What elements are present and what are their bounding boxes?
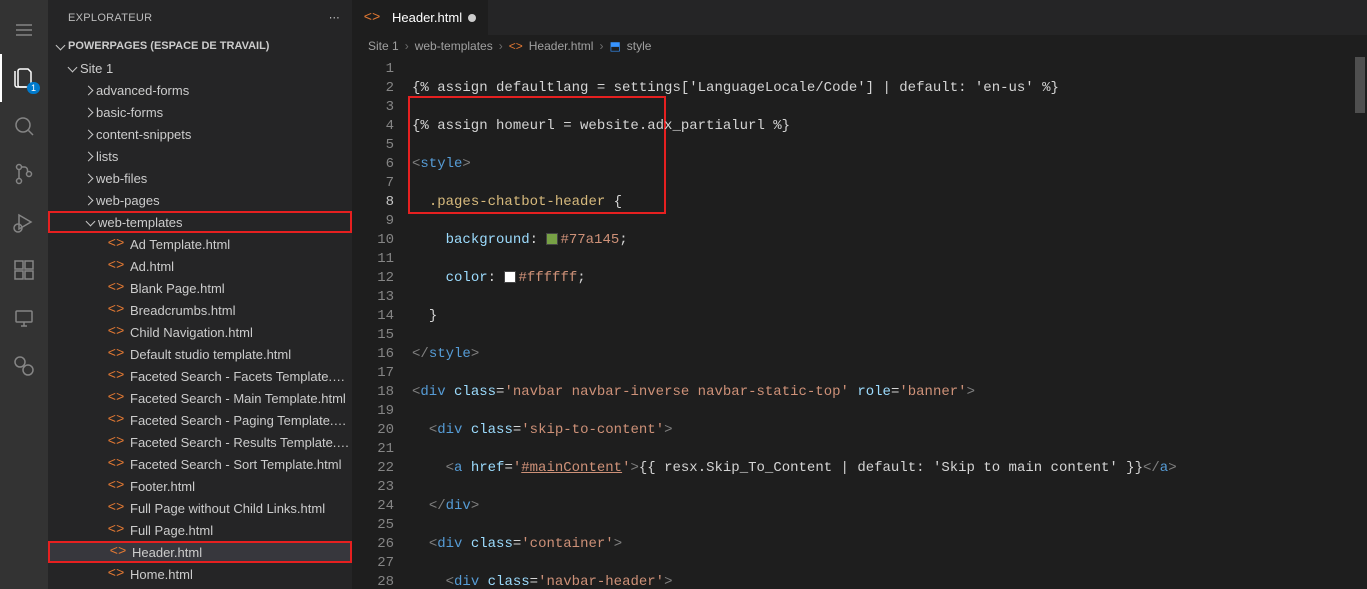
tree-folder[interactable]: advanced-forms xyxy=(48,79,352,101)
code-content[interactable]: {% assign defaultlang = settings['Langua… xyxy=(412,57,1367,589)
chevron-right-icon: › xyxy=(405,39,409,53)
tab-bar: <> Header.html xyxy=(352,0,1367,35)
html-file-icon: <> xyxy=(108,346,124,362)
chevron-right-icon: › xyxy=(499,39,503,53)
html-file-icon: <> xyxy=(108,522,124,538)
explorer-badge: 1 xyxy=(27,82,40,94)
search-icon[interactable] xyxy=(0,102,48,150)
chevron-down-icon xyxy=(52,38,68,54)
tree-folder[interactable]: content-snippets xyxy=(48,123,352,145)
html-file-icon: <> xyxy=(108,324,124,340)
tree-file[interactable]: <>Ad.html xyxy=(48,255,352,277)
tree-file-header[interactable]: <>Header.html xyxy=(48,541,352,563)
tree-file[interactable]: <>Breadcrumbs.html xyxy=(48,299,352,321)
extensions-icon[interactable] xyxy=(0,246,48,294)
html-file-icon: <> xyxy=(108,302,124,318)
tree-folder-web-templates[interactable]: web-templates xyxy=(48,211,352,233)
breadcrumb-item[interactable]: style xyxy=(627,39,652,53)
html-file-icon: <> xyxy=(108,236,124,252)
tree-file[interactable]: <>Default studio template.html xyxy=(48,343,352,365)
file-tree: Site 1 advanced-forms basic-forms conten… xyxy=(48,57,352,589)
source-control-icon[interactable] xyxy=(0,150,48,198)
chevron-right-icon xyxy=(80,104,96,120)
menu-icon[interactable] xyxy=(0,6,48,54)
color-swatch-icon xyxy=(546,233,558,245)
style-tag-icon: ⬒ xyxy=(609,39,620,53)
line-gutter: 1234567891011121314151617181920212223242… xyxy=(352,57,412,589)
breadcrumb-item[interactable]: Site 1 xyxy=(368,39,399,53)
chevron-down-icon xyxy=(64,60,80,76)
tree-file[interactable]: <>Full Page.html xyxy=(48,519,352,541)
tree-file[interactable]: <>Faceted Search - Results Template.html xyxy=(48,431,352,453)
chevron-right-icon xyxy=(80,170,96,186)
html-file-icon: <> xyxy=(108,500,124,516)
workspace-section[interactable]: POWERPAGES (ESPACE DE TRAVAIL) xyxy=(48,35,352,57)
html-file-icon: <> xyxy=(108,390,124,406)
workspace-label: POWERPAGES (ESPACE DE TRAVAIL) xyxy=(68,40,269,52)
html-file-icon: <> xyxy=(108,412,124,428)
chevron-right-icon xyxy=(80,82,96,98)
breadcrumb-item[interactable]: web-templates xyxy=(415,39,493,53)
html-file-icon: <> xyxy=(108,258,124,274)
breadcrumb-item[interactable]: Header.html xyxy=(529,39,594,53)
powerpages-icon[interactable] xyxy=(0,342,48,390)
tree-file[interactable]: <>Faceted Search - Facets Template.html xyxy=(48,365,352,387)
tree-file[interactable]: <>Footer.html xyxy=(48,475,352,497)
tree-file[interactable]: <>Child Navigation.html xyxy=(48,321,352,343)
more-actions-icon[interactable]: ⋯ xyxy=(329,11,340,24)
tree-folder-site[interactable]: Site 1 xyxy=(48,57,352,79)
vertical-scrollbar[interactable] xyxy=(1353,57,1367,589)
html-file-icon: <> xyxy=(108,434,124,450)
tree-file[interactable]: <>Faceted Search - Main Template.html xyxy=(48,387,352,409)
editor-area: <> Header.html Site 1 › web-templates › … xyxy=(352,0,1367,589)
scrollbar-thumb[interactable] xyxy=(1355,57,1365,113)
tree-folder[interactable]: web-pages xyxy=(48,189,352,211)
tab-label: Header.html xyxy=(392,10,462,25)
html-file-icon: <> xyxy=(108,280,124,296)
activity-bar: 1 xyxy=(0,0,48,589)
tree-file[interactable]: <>Home.html xyxy=(48,563,352,585)
chevron-right-icon xyxy=(80,192,96,208)
html-file-icon: <> xyxy=(108,456,124,472)
color-swatch-icon xyxy=(504,271,516,283)
chevron-right-icon xyxy=(80,126,96,142)
html-file-icon: <> xyxy=(509,39,523,53)
html-file-icon: <> xyxy=(108,566,124,582)
tree-folder[interactable]: basic-forms xyxy=(48,101,352,123)
code-editor[interactable]: 1234567891011121314151617181920212223242… xyxy=(352,57,1367,589)
html-file-icon: <> xyxy=(110,544,126,560)
tree-file[interactable]: <>Ad Template.html xyxy=(48,233,352,255)
tree-file[interactable]: <>Full Page without Child Links.html xyxy=(48,497,352,519)
remote-icon[interactable] xyxy=(0,294,48,342)
chevron-down-icon xyxy=(82,214,98,230)
sidebar-title: EXPLORATEUR xyxy=(68,12,152,24)
tab-header-html[interactable]: <> Header.html xyxy=(352,0,489,35)
tree-folder[interactable]: lists xyxy=(48,145,352,167)
sidebar-header: EXPLORATEUR ⋯ xyxy=(48,0,352,35)
html-file-icon: <> xyxy=(108,478,124,494)
tree-folder[interactable]: web-files xyxy=(48,167,352,189)
explorer-sidebar: EXPLORATEUR ⋯ POWERPAGES (ESPACE DE TRAV… xyxy=(48,0,352,589)
html-file-icon: <> xyxy=(364,10,380,26)
breadcrumbs[interactable]: Site 1 › web-templates › <> Header.html … xyxy=(352,35,1367,57)
tree-file[interactable]: <>Faceted Search - Paging Template.html xyxy=(48,409,352,431)
chevron-right-icon xyxy=(80,148,96,164)
explorer-icon[interactable]: 1 xyxy=(0,54,48,102)
dirty-indicator-icon xyxy=(468,14,476,22)
chevron-right-icon: › xyxy=(599,39,603,53)
run-debug-icon[interactable] xyxy=(0,198,48,246)
tree-file[interactable]: <>Faceted Search - Sort Template.html xyxy=(48,453,352,475)
tree-file[interactable]: <>Blank Page.html xyxy=(48,277,352,299)
html-file-icon: <> xyxy=(108,368,124,384)
folder-label: Site 1 xyxy=(80,61,113,76)
